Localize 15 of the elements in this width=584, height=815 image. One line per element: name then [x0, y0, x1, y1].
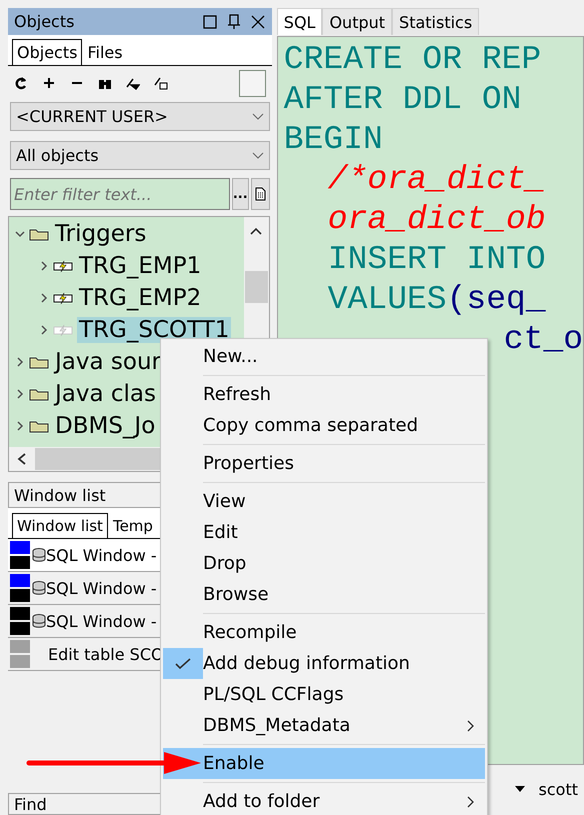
code-line: /*ora_dict_	[326, 161, 547, 200]
section-title: Window list	[14, 486, 106, 504]
section-title: Find	[14, 794, 47, 814]
code-line: ct_o	[502, 321, 583, 360]
window-title: SQL Window -	[46, 578, 157, 598]
code-line: VALUES(seq_	[326, 281, 547, 320]
window-title: SQL Window -	[46, 612, 157, 630]
code-line: AFTER DDL ON	[284, 81, 522, 120]
panel-title: Objects	[14, 12, 76, 31]
code-line: CREATE OR REP	[284, 41, 542, 80]
window-title: SQL Window -	[46, 546, 157, 564]
code-line: INSERT INTO	[326, 241, 547, 280]
connection-user: scott	[538, 780, 578, 798]
code-line: ora_dict_ob	[326, 201, 547, 240]
code-line: BEGIN	[284, 121, 384, 160]
